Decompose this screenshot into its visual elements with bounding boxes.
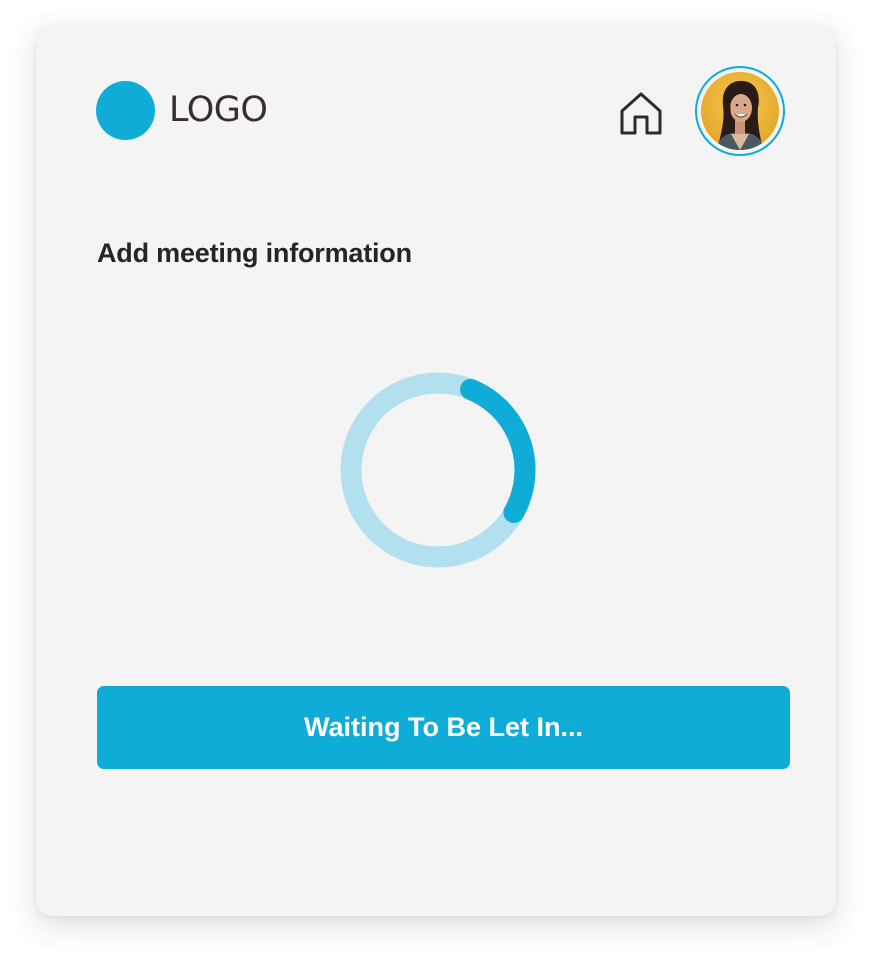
avatar[interactable] bbox=[695, 66, 785, 156]
page-title: Add meeting information bbox=[97, 238, 412, 268]
logo-mark-icon bbox=[96, 80, 155, 140]
user-avatar-image bbox=[701, 72, 779, 150]
waiting-status-button[interactable]: Waiting To Be Let In... bbox=[97, 686, 790, 769]
logo[interactable]: LOGO bbox=[96, 80, 268, 140]
home-button[interactable] bbox=[614, 86, 668, 140]
home-icon bbox=[620, 92, 662, 135]
loading-spinner-icon bbox=[340, 372, 536, 568]
logo-text: LOGO bbox=[169, 89, 268, 130]
meeting-card: LOGO Add meeting information Waiting To … bbox=[36, 24, 836, 916]
